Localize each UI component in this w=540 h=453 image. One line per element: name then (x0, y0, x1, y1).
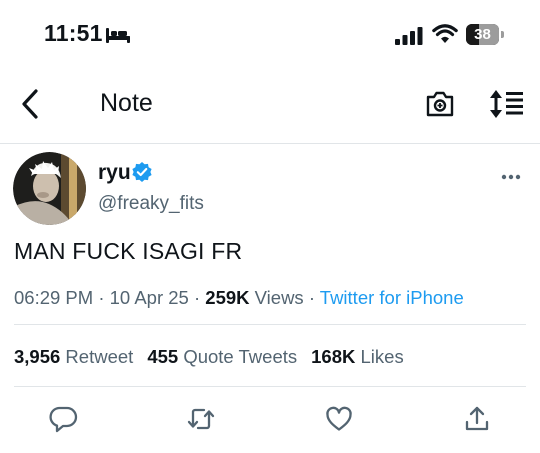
sort-icon (490, 90, 523, 118)
reply-icon (49, 406, 78, 433)
retweets-label: Retweet (60, 346, 134, 367)
status-time: 11:51 (44, 20, 103, 46)
tweet-date: 10 Apr 25 (109, 287, 189, 308)
more-options-button[interactable] (500, 170, 522, 184)
likes-stat[interactable]: 168K Likes (311, 346, 404, 368)
meta-separator: · (93, 287, 110, 308)
quote-tweets-count: 455 (147, 346, 179, 367)
sort-button[interactable] (489, 89, 525, 119)
divider (14, 386, 526, 387)
battery-percent: 38 (474, 26, 491, 43)
battery-cap (501, 31, 504, 38)
back-button[interactable] (16, 86, 48, 122)
tweet-text: MAN FUCK ISAGI FR (14, 238, 243, 264)
more-horizontal-icon (501, 174, 521, 180)
likes-label: Likes (355, 346, 404, 367)
verified-badge-icon (132, 162, 152, 182)
engagement-stats: 3,956 Retweet 455 Quote Tweets 168K Likes (14, 346, 418, 368)
heart-icon (326, 406, 352, 431)
retweet-button[interactable] (186, 404, 216, 434)
likes-count: 168K (311, 346, 356, 367)
bed-icon (106, 28, 130, 43)
retweet-icon (187, 408, 215, 430)
page-title: Note (100, 89, 153, 117)
retweets-count: 3,956 (14, 346, 61, 367)
tweet-time: 06:29 PM (14, 287, 94, 308)
like-button[interactable] (324, 404, 354, 434)
tweet-source-link[interactable]: Twitter for iPhone (320, 287, 464, 308)
battery-indicator: 38 (466, 24, 499, 45)
views-label: Views (249, 287, 304, 308)
quote-tweets-label: Quote Tweets (178, 346, 298, 367)
quote-tweets-stat[interactable]: 455 Quote Tweets (147, 346, 297, 368)
cellular-signal-icon (395, 27, 423, 45)
meta-separator: · (303, 287, 320, 308)
chevron-left-icon (22, 89, 38, 119)
share-icon (465, 406, 489, 431)
divider (14, 324, 526, 325)
camera-icon (426, 91, 454, 117)
nav-divider (0, 143, 540, 144)
share-button[interactable] (462, 404, 492, 434)
camera-button[interactable] (424, 88, 456, 120)
retweets-stat[interactable]: 3,956 Retweet (14, 346, 133, 368)
user-handle[interactable]: @freaky_fits (98, 193, 204, 215)
avatar[interactable] (13, 152, 86, 225)
meta-separator: · (188, 287, 206, 308)
tweet-metadata: 06:29 PM · 10 Apr 25 · 259K Views · Twit… (14, 287, 464, 309)
reply-button[interactable] (48, 404, 78, 434)
display-name[interactable]: ryu (98, 161, 131, 185)
wifi-icon (432, 24, 458, 43)
views-count[interactable]: 259K (205, 287, 249, 308)
